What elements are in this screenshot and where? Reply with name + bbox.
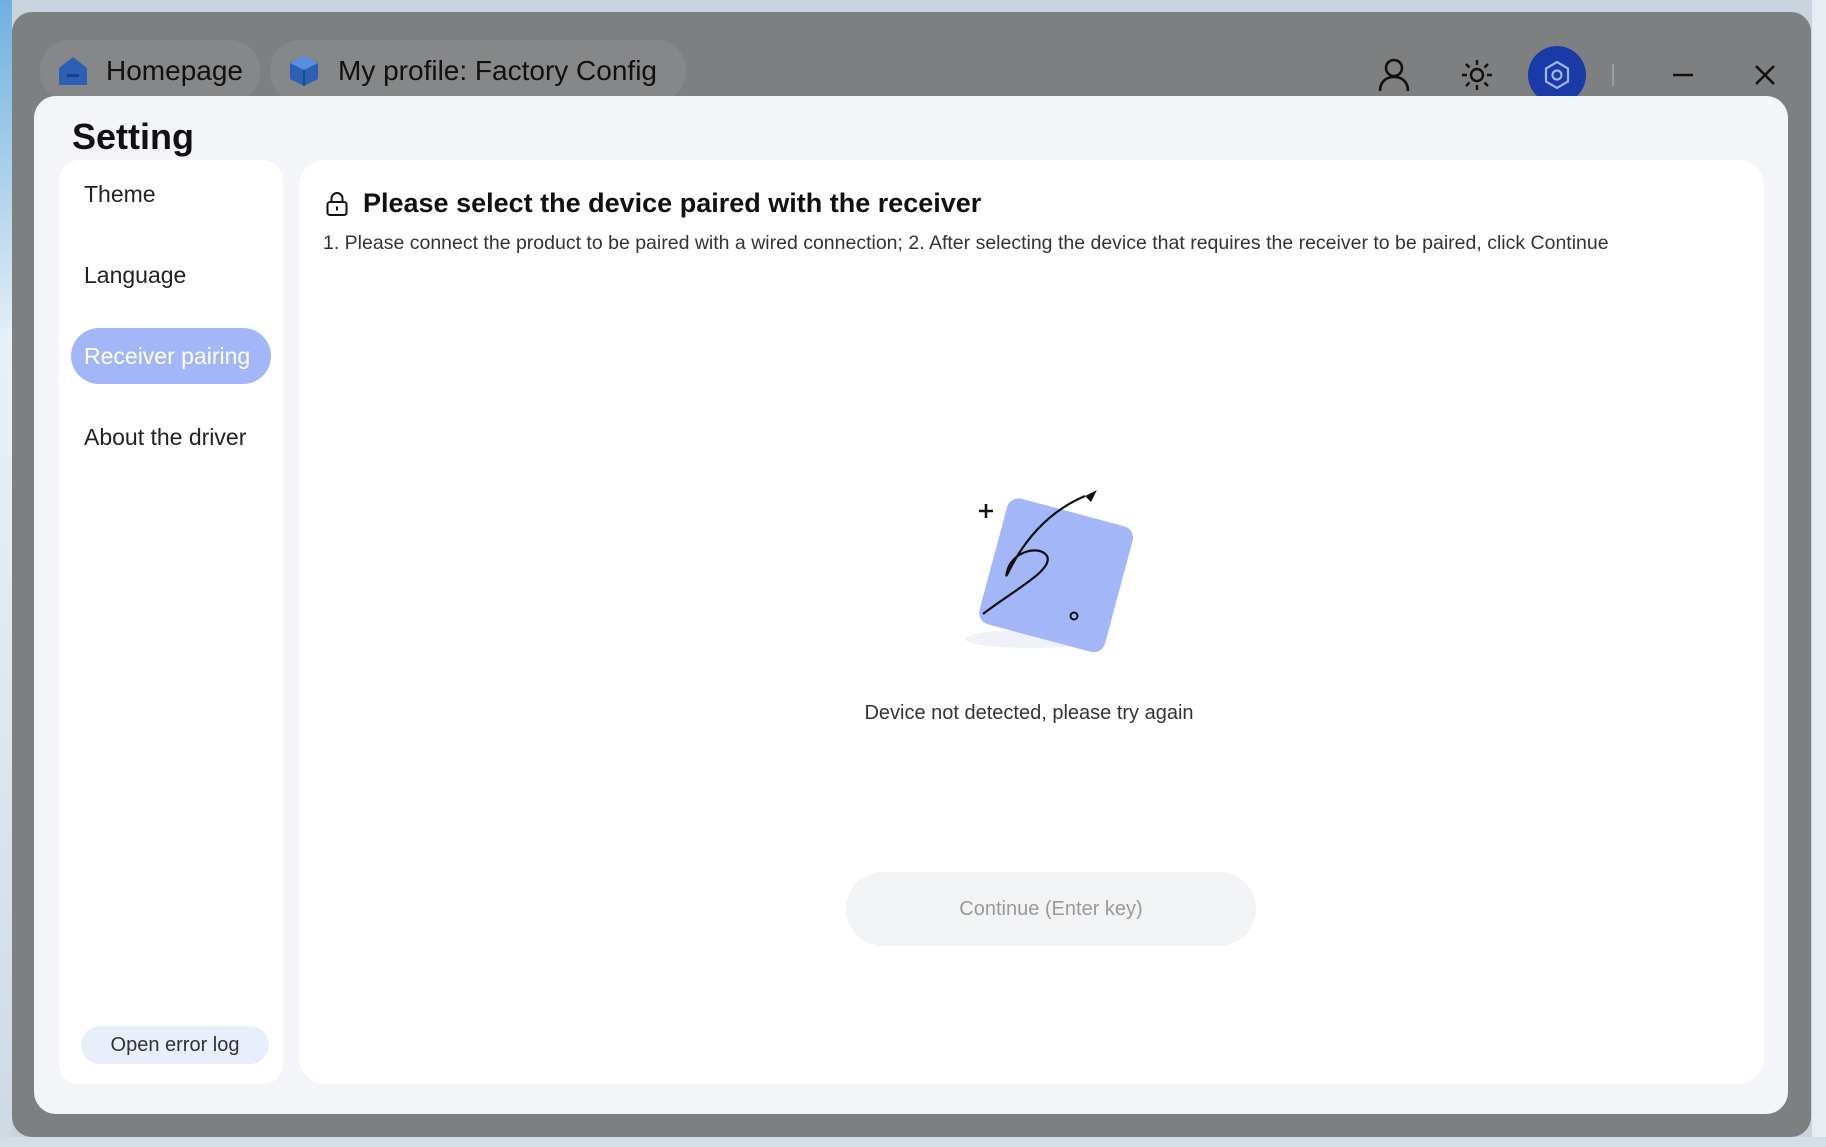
sidebar-item-receiver-pairing[interactable]: Receiver pairing	[71, 328, 271, 384]
desktop-background-left	[0, 0, 12, 1147]
empty-state-message: Device not detected, please try again	[864, 702, 1194, 724]
desktop-background-right	[1812, 0, 1826, 1147]
continue-button[interactable]: Continue (Enter key)	[846, 872, 1256, 946]
tab-homepage[interactable]: Homepage	[40, 40, 260, 102]
sidebar-item-about-driver[interactable]: About the driver	[71, 409, 271, 465]
lock-icon	[325, 190, 353, 218]
tab-profile-label: My profile: Factory Config	[338, 55, 657, 86]
sidebar-item-language[interactable]: Language	[71, 247, 271, 303]
sidebar-item-theme[interactable]: Theme	[71, 166, 271, 222]
panel-title: Please select the device paired with the…	[363, 188, 982, 218]
tab-profile[interactable]: My profile: Factory Config	[270, 40, 686, 102]
receiver-pairing-panel: Please select the device paired with the…	[299, 160, 1764, 1084]
settings-sidebar: Theme Language Receiver pairing About th…	[59, 160, 283, 1084]
home-icon	[56, 53, 90, 89]
panel-description: 1. Please connect the product to be pair…	[323, 232, 1609, 254]
settings-dialog: Setting Theme Language Receiver pairing …	[34, 96, 1788, 1114]
tab-homepage-label: Homepage	[106, 55, 243, 86]
cube-icon	[286, 53, 322, 89]
title-bar: Homepage My profile: Factory Config	[12, 12, 1811, 104]
app-window: Homepage My profile: Factory Config Sett…	[12, 12, 1811, 1137]
open-error-log-button[interactable]: Open error log	[81, 1026, 269, 1064]
desktop-background-bottom	[0, 1137, 1826, 1147]
dialog-title: Setting	[72, 116, 194, 157]
empty-device-illustration	[959, 460, 1159, 660]
panel-heading: Please select the device paired with the…	[325, 188, 981, 219]
toolbar-separator	[1612, 64, 1614, 86]
